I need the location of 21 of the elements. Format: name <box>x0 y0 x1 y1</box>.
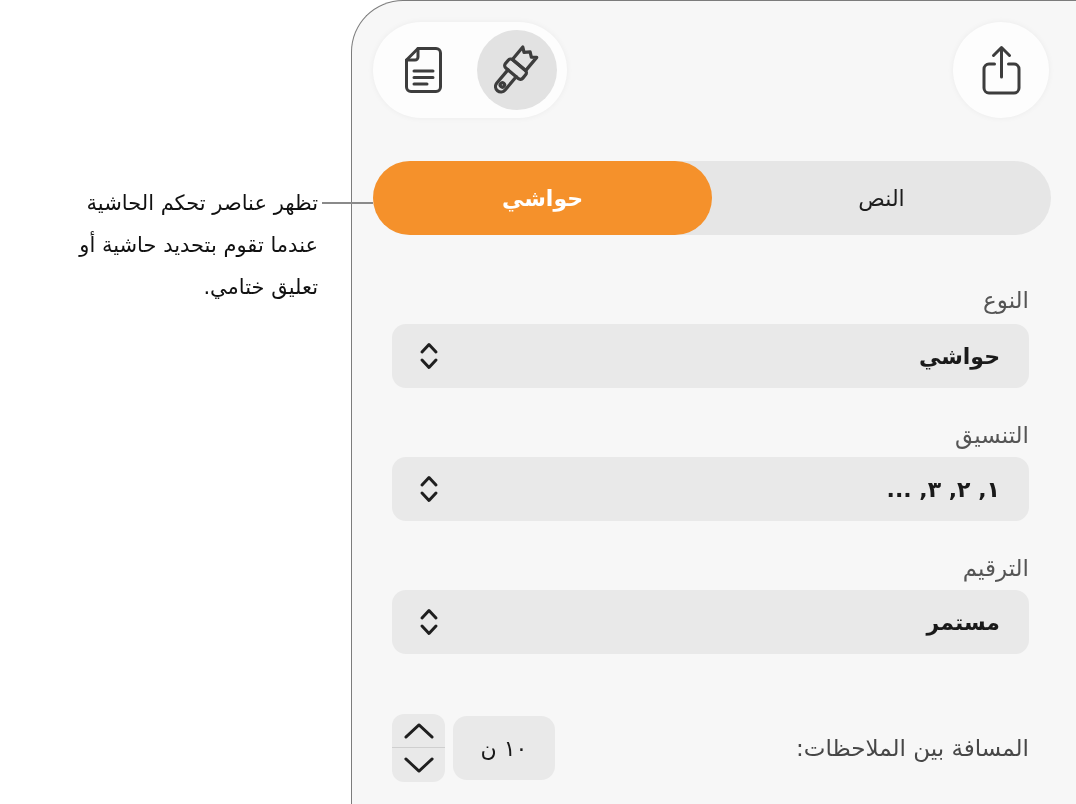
up-down-chevron-icon <box>419 606 439 638</box>
paintbrush-icon <box>494 43 540 97</box>
popup-menu[interactable]: حواشي <box>392 324 1029 388</box>
up-down-chevron-icon <box>419 473 439 505</box>
popup-menu[interactable]: ١, ٢, ٣, ... <box>392 457 1029 521</box>
chevron-up-icon <box>402 721 435 740</box>
tab[interactable]: النص <box>712 161 1051 235</box>
spacing-field[interactable]: ١٠ ن <box>453 716 555 780</box>
callout-line <box>322 202 373 204</box>
up-down-chevron-icon <box>419 340 439 372</box>
field-label: الترقيم <box>961 554 1029 584</box>
popup-menu[interactable]: مستمر <box>392 590 1029 654</box>
field-label: النوع <box>982 286 1029 316</box>
document-icon <box>404 47 442 93</box>
stepper[interactable] <box>392 714 445 782</box>
spacing-label: المسافة بين الملاحظات: <box>796 733 1029 764</box>
callout-text: تظهر عناصر تحكم الحاشية عندما تقوم بتحديد حاشية أو تعليق ختامي. <box>77 190 318 301</box>
field-label: التنسيق <box>954 421 1029 451</box>
chevron-down-icon <box>402 756 435 774</box>
format-button[interactable] <box>477 30 557 110</box>
share-icon <box>981 45 1021 95</box>
